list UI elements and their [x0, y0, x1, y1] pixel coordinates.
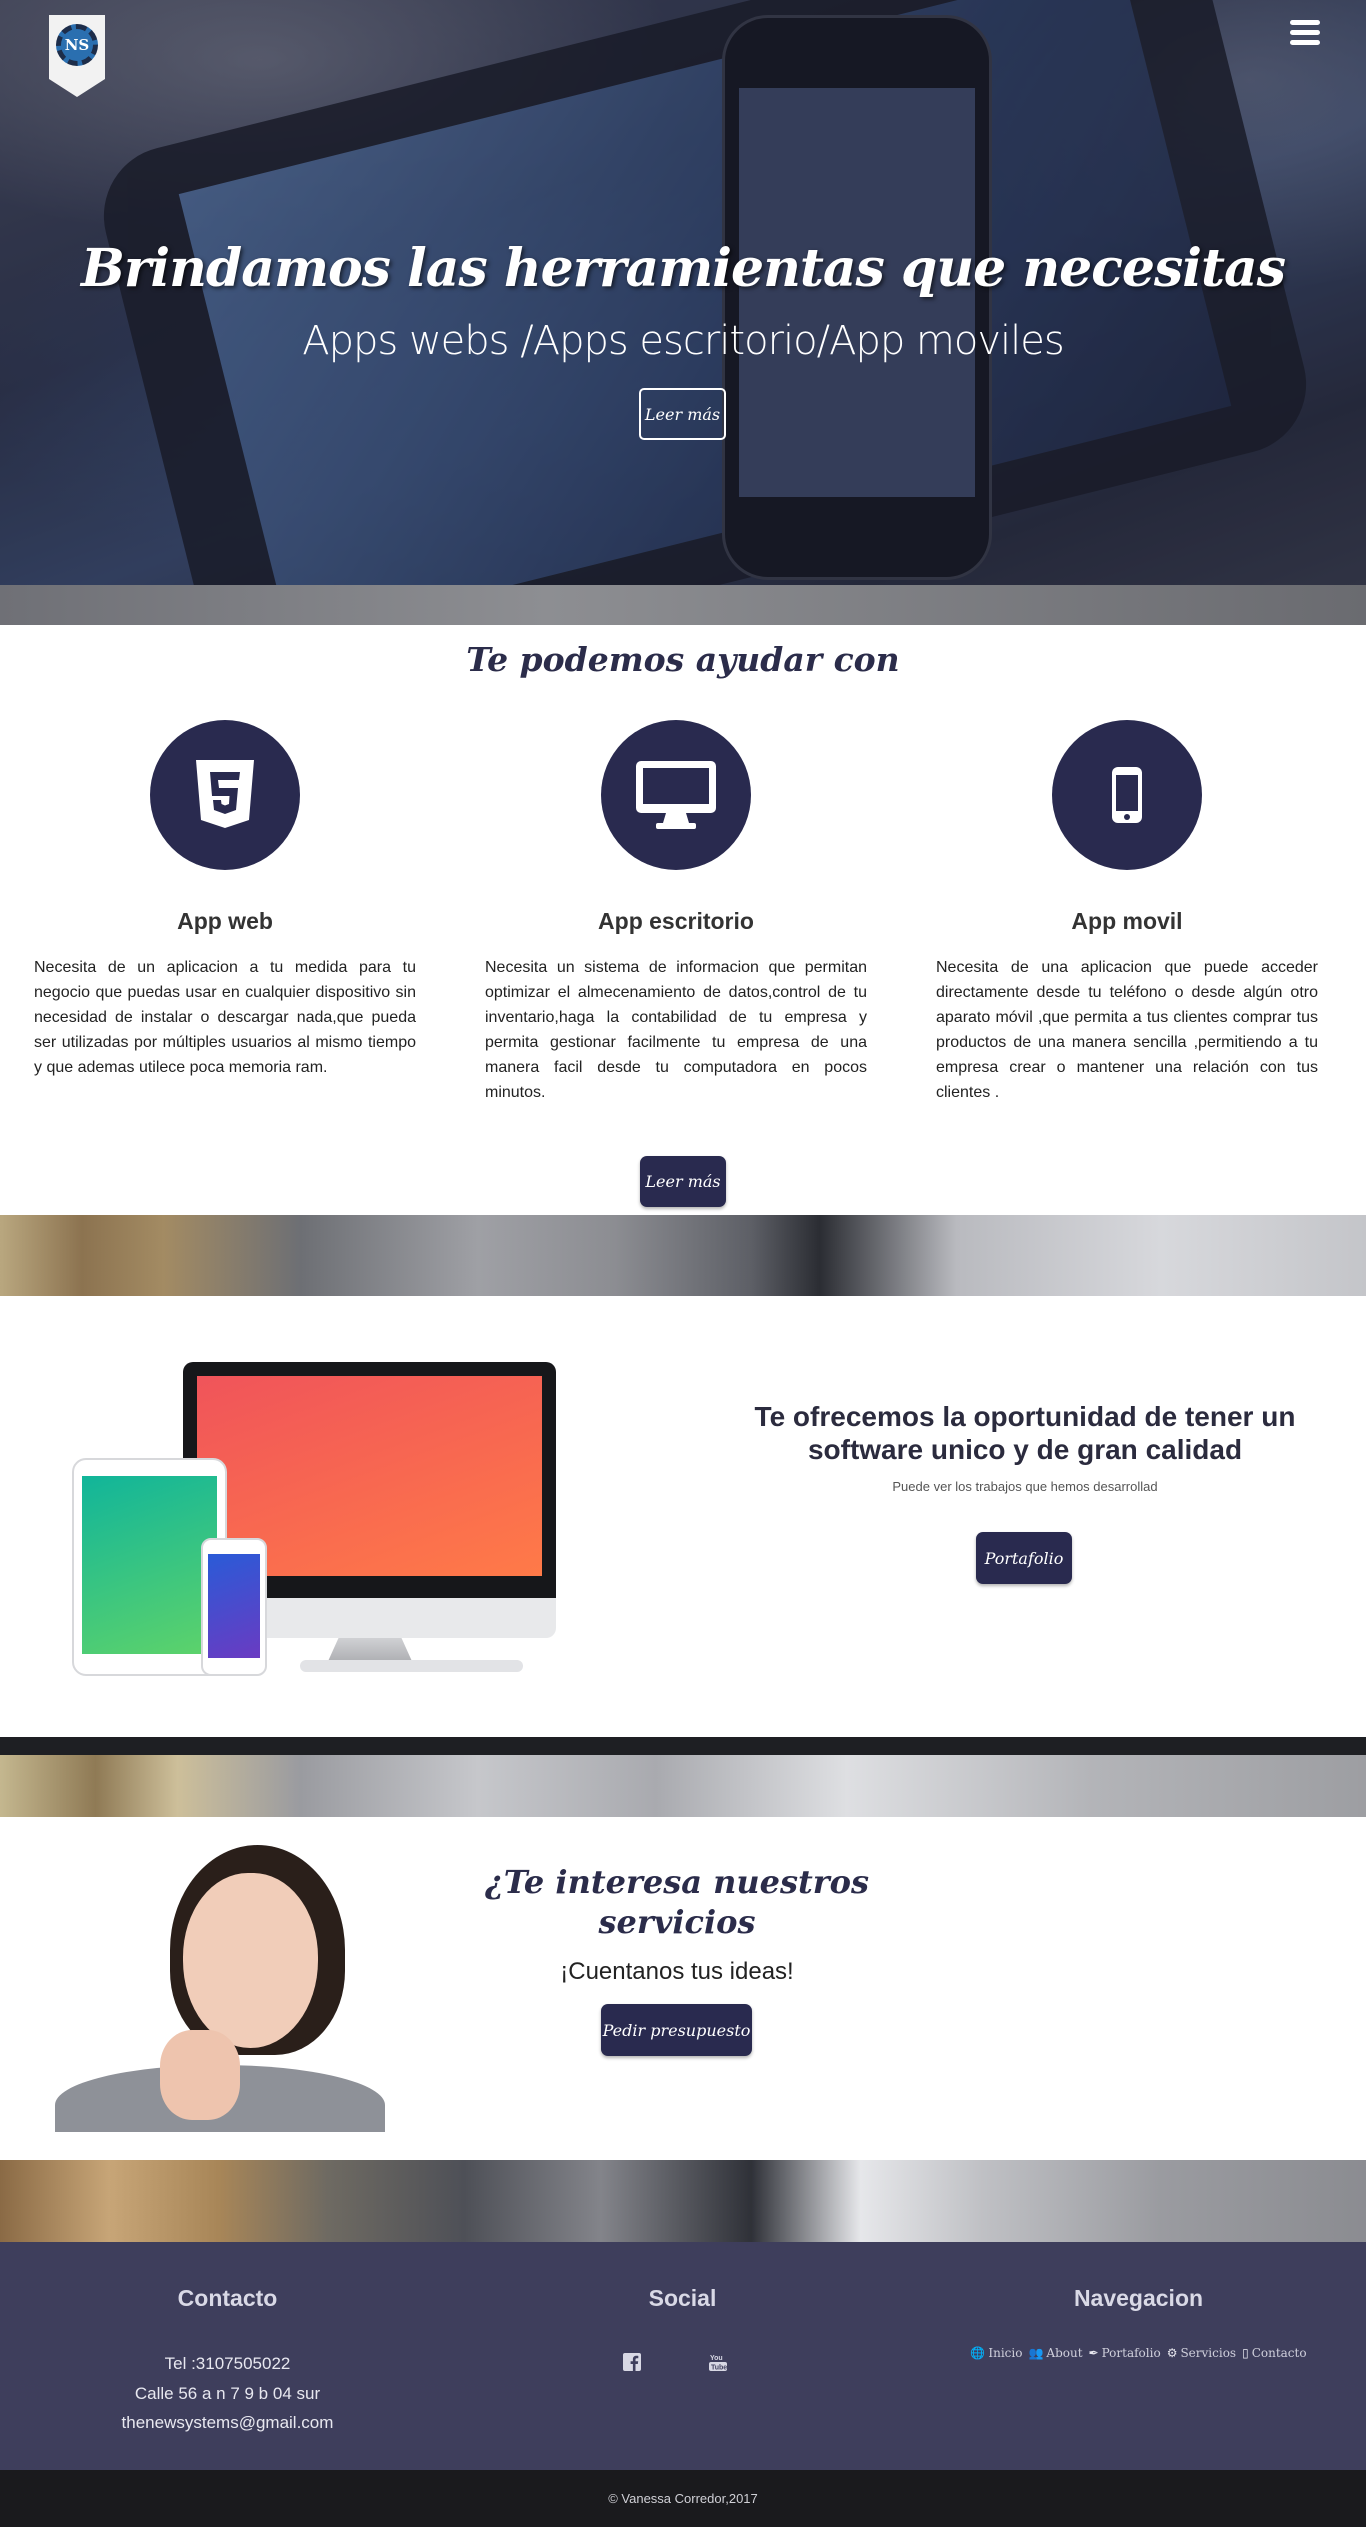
service-description: Necesita un sistema de informacion que p… — [485, 959, 867, 1101]
youtube-icon[interactable]: You Tube — [708, 2352, 728, 2372]
offer-title: Te ofrecemos la oportunidad de tener un … — [754, 1401, 1296, 1465]
html5-icon — [150, 720, 300, 870]
hero-subtitle: Apps webs /Apps escritorio/App moviles — [302, 318, 1064, 364]
users-icon: 👥 — [1028, 2346, 1044, 2360]
svg-text:You: You — [710, 2355, 723, 2362]
footer-navigation: 🌐 Inicio 👥 About ✒ Portafolio ⚙ Servicios ▯ C… — [911, 2346, 1366, 2360]
thinking-woman-image — [55, 1845, 385, 2132]
copyright: © Vanessa Corredor,2017 — [0, 2470, 1366, 2527]
interest-subtitle: ¡Cuentanos tus ideas! — [560, 1958, 794, 1985]
footer-email[interactable]: thenewsystems@gmail.com — [0, 2413, 455, 2433]
footer-nav-portafolio[interactable]: ✒ Portafolio — [1089, 2346, 1161, 2360]
interest-title: ¿Te interesa nuestros servicios — [485, 1863, 869, 1941]
footer-social-title: Social — [648, 2285, 717, 2311]
brush-icon: ✒ — [1088, 2346, 1099, 2360]
services-title: Te podemos ayudar con — [466, 640, 900, 679]
service-title: App movil — [1071, 908, 1183, 934]
hamburger-menu-icon[interactable] — [1290, 20, 1320, 50]
facebook-icon[interactable] — [622, 2352, 642, 2372]
logo-gear-icon: NS — [56, 24, 98, 66]
svg-text:Tube: Tube — [711, 2365, 727, 2372]
services-read-more-button[interactable]: Leer más — [640, 1156, 726, 1207]
desk-photo-band — [0, 1215, 1366, 1296]
footer-nav-inicio[interactable]: 🌐 Inicio — [970, 2346, 1022, 2360]
footer-contact-title: Contacto — [177, 2285, 278, 2311]
footer-nav-servicios[interactable]: ⚙ Servicios — [1167, 2346, 1236, 2360]
phone-image — [201, 1538, 267, 1676]
mobile-icon — [1052, 720, 1202, 870]
request-quote-button[interactable]: Pedir presupuesto — [601, 2004, 752, 2056]
mobile-icon: ▯ — [1242, 2346, 1249, 2360]
desktop-icon — [601, 720, 751, 870]
hero-read-more-button[interactable]: Leer más — [639, 388, 726, 440]
footer-nav-about[interactable]: 👥 About — [1028, 2346, 1082, 2360]
portfolio-button[interactable]: Portafolio — [976, 1532, 1072, 1584]
desk-photo-band — [0, 2160, 1366, 2242]
service-title: App escritorio — [598, 908, 754, 934]
footer-address: Calle 56 a n 7 9 b 04 sur — [134, 2384, 321, 2403]
hero-title: Brindamos las herramientas que necesitas — [80, 238, 1286, 299]
service-title: App web — [177, 908, 273, 934]
offer-subtitle: Puede ver los trabajos que hemos desarro… — [892, 1479, 1158, 1494]
cogs-icon: ⚙ — [1166, 2346, 1178, 2360]
footer-navigation-title: Navegacion — [1073, 2285, 1204, 2311]
footer-phone: Tel :3107505022 — [164, 2354, 291, 2373]
globe-icon: 🌐 — [970, 2346, 986, 2360]
footer-nav-contacto[interactable]: ▯ Contacto — [1242, 2346, 1307, 2360]
desk-photo-band — [0, 1737, 1366, 1817]
service-description: Necesita de un aplicacion a tu medida pa… — [34, 959, 416, 1076]
hero-section — [0, 0, 1366, 625]
service-description: Necesita de una aplicacion que puede acc… — [936, 959, 1318, 1101]
